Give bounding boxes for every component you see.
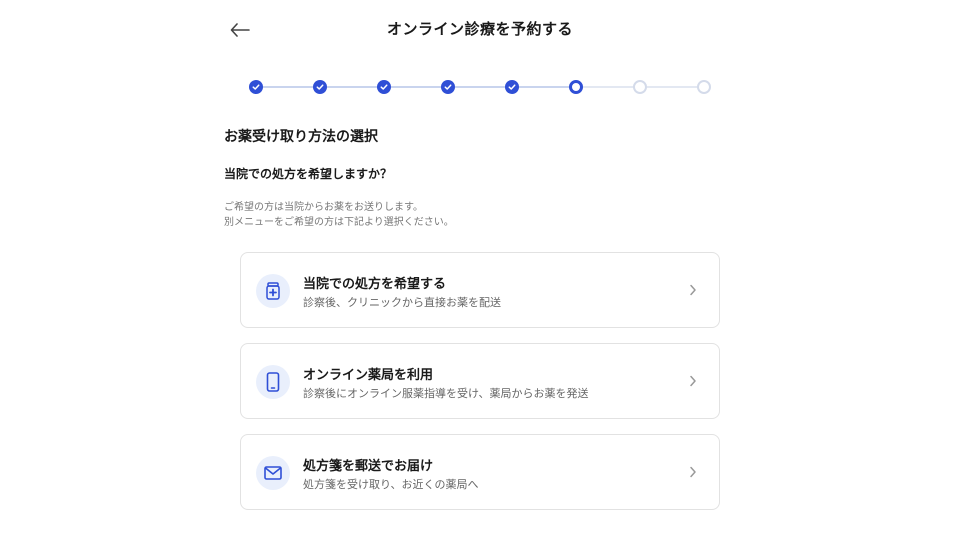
option-online-pharmacy[interactable]: オンライン薬局を利用 診察後にオンライン服薬指導を受け、薬局からお薬を発送 <box>240 343 720 419</box>
smartphone-icon <box>266 372 280 392</box>
step-4-done <box>441 80 455 94</box>
option-title: 処方箋を郵送でお届け <box>303 459 434 474</box>
option-icon-container <box>256 365 290 399</box>
chevron-right-icon <box>687 465 699 479</box>
step-3-done <box>377 80 391 94</box>
option-subtitle: 診察後、クリニックから直接お薬を配送 <box>303 296 501 309</box>
check-icon <box>380 84 388 90</box>
option-mail-prescription[interactable]: 処方箋を郵送でお届け 処方箋を受け取り、お近くの薬局へ <box>240 434 720 510</box>
step-6-current <box>569 80 583 94</box>
check-icon <box>316 84 324 90</box>
page-title: オンライン診療を予約する <box>386 20 573 38</box>
option-subtitle: 処方箋を受け取り、お近くの薬局へ <box>303 478 479 491</box>
question-text: 当院での処方を希望しますか？ <box>224 167 393 181</box>
section-title: お薬受け取り方法の選択 <box>224 129 378 145</box>
check-icon <box>252 84 260 90</box>
check-icon <box>508 84 516 90</box>
check-icon <box>444 84 452 90</box>
chevron-right-icon <box>687 374 699 388</box>
option-icon-container <box>256 456 290 490</box>
option-title: 当院での処方を希望する <box>303 277 447 292</box>
chevron-right-icon <box>687 283 699 297</box>
option-clinic-prescription[interactable]: 当院での処方を希望する 診察後、クリニックから直接お薬を配送 <box>240 252 720 328</box>
step-8-todo <box>697 80 711 94</box>
medicine-bottle-icon <box>266 282 280 300</box>
description-line-1: ご希望の方は当院からお薬をお送りします。 <box>224 202 423 213</box>
envelope-icon <box>264 466 282 480</box>
option-icon-container <box>256 274 290 308</box>
step-7-todo <box>633 80 647 94</box>
step-1-done <box>249 80 263 94</box>
stepper-track-progress <box>256 86 576 88</box>
option-title: オンライン薬局を利用 <box>303 368 434 383</box>
description-line-2: 別メニューをご希望の方は下記より選択ください。 <box>224 217 454 228</box>
step-2-done <box>313 80 327 94</box>
progress-stepper <box>248 79 712 95</box>
description: ご希望の方は当院からお薬をお送りします。 別メニューをご希望の方は下記より選択く… <box>224 200 454 230</box>
step-5-done <box>505 80 519 94</box>
option-subtitle: 診察後にオンライン服薬指導を受け、薬局からお薬を発送 <box>303 387 589 400</box>
